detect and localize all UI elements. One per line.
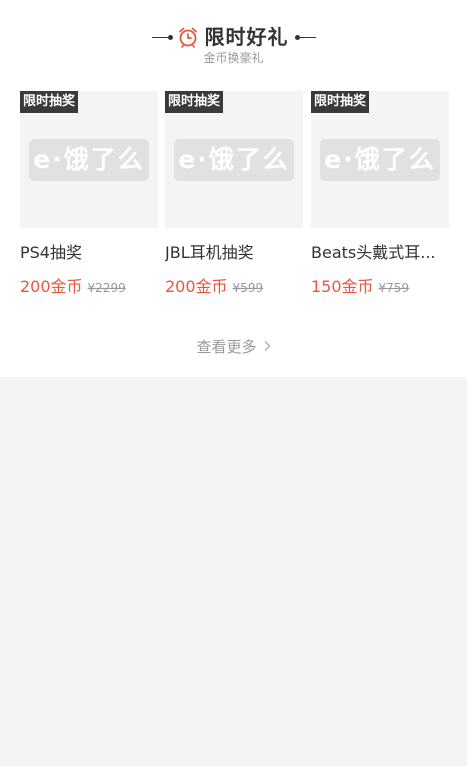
limited-lottery-tag: 限时抽奖	[165, 91, 224, 113]
section-header: 限时好礼 金币换豪礼	[0, 22, 467, 68]
product-image[interactable]: e·饿了么 限时抽奖	[165, 91, 303, 228]
product-image[interactable]: e·饿了么 限时抽奖	[20, 91, 158, 228]
gift-section: 限时好礼 金币换豪礼 e·饿了么 限时抽奖 PS4抽奖 200金币 ¥2299	[0, 0, 467, 377]
product-image[interactable]: e·饿了么 限时抽奖	[311, 91, 449, 228]
eleme-logo: e·饿了么	[324, 145, 436, 174]
see-more-link[interactable]: 查看更多	[0, 334, 467, 358]
product-card-beats[interactable]: e·饿了么 限时抽奖 Beats头戴式耳... 150金币 ¥759	[311, 91, 449, 301]
title-row: 限时好礼	[0, 22, 467, 52]
title-right-decoration	[294, 34, 316, 40]
product-list: e·饿了么 限时抽奖 PS4抽奖 200金币 ¥2299 e·饿了么 限时抽奖 …	[20, 91, 449, 301]
eleme-logo: e·饿了么	[33, 145, 145, 174]
eleme-logo: e·饿了么	[178, 145, 290, 174]
coin-price: 150金币	[311, 277, 374, 296]
title-left-decoration	[151, 34, 173, 40]
chevron-right-icon	[264, 341, 270, 351]
image-placeholder: e·饿了么	[320, 139, 440, 181]
alarm-clock-icon	[178, 27, 197, 48]
section-title: 限时好礼	[204, 25, 289, 49]
section-subtitle: 金币换豪礼	[203, 51, 264, 65]
image-placeholder: e·饿了么	[174, 139, 294, 181]
product-name[interactable]: JBL耳机抽奖	[165, 241, 291, 265]
price-row: 150金币 ¥759	[311, 273, 410, 296]
limited-lottery-tag: 限时抽奖	[20, 91, 79, 113]
coin-price: 200金币	[165, 277, 228, 296]
price-row: 200金币 ¥2299	[20, 273, 126, 296]
see-more-label: 查看更多	[196, 337, 257, 356]
coin-price: 200金币	[20, 277, 83, 296]
limited-lottery-tag: 限时抽奖	[311, 91, 370, 113]
price-row: 200金币 ¥599	[165, 273, 264, 296]
product-name[interactable]: PS4抽奖	[20, 241, 146, 265]
product-name[interactable]: Beats头戴式耳...	[311, 241, 437, 265]
image-placeholder: e·饿了么	[29, 139, 149, 181]
original-price: ¥599	[232, 281, 264, 295]
product-card-jbl[interactable]: e·饿了么 限时抽奖 JBL耳机抽奖 200金币 ¥599	[165, 91, 303, 301]
product-card-ps4[interactable]: e·饿了么 限时抽奖 PS4抽奖 200金币 ¥2299	[20, 91, 158, 301]
original-price: ¥759	[378, 281, 410, 295]
original-price: ¥2299	[87, 281, 126, 295]
